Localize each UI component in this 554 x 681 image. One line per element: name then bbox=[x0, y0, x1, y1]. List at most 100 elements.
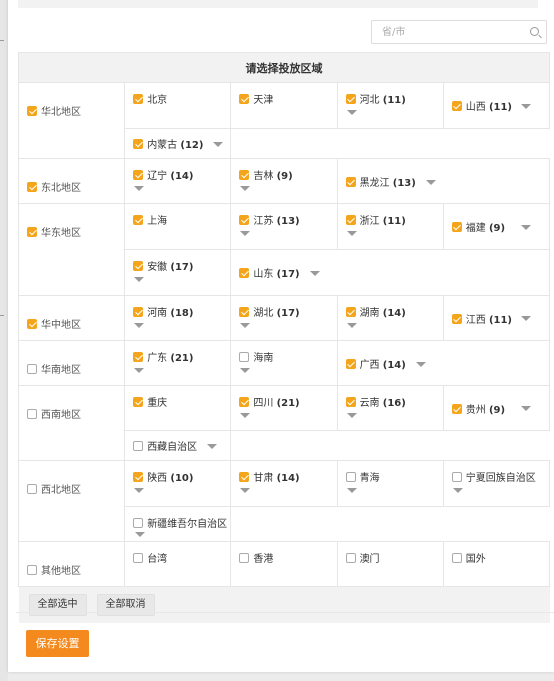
checkbox-icon[interactable] bbox=[345, 397, 356, 407]
region-checkbox-6[interactable]: 西北地区 bbox=[19, 461, 124, 541]
checkbox-icon[interactable] bbox=[27, 364, 37, 374]
province-option[interactable]: 河北 (11) bbox=[338, 83, 443, 128]
chevron-down-icon[interactable] bbox=[240, 186, 251, 191]
province-option[interactable]: 澳门 bbox=[338, 542, 443, 586]
checkbox-icon[interactable] bbox=[133, 307, 144, 317]
province-option[interactable]: 青海 bbox=[338, 461, 443, 506]
checkbox-icon[interactable] bbox=[133, 553, 144, 563]
chevron-down-icon[interactable] bbox=[134, 488, 145, 493]
province-option[interactable]: 黑龙江 (13) bbox=[338, 159, 549, 203]
checkbox-icon[interactable] bbox=[133, 441, 144, 451]
province-option[interactable]: 湖南 (14) bbox=[338, 296, 443, 340]
checkbox-icon[interactable] bbox=[451, 553, 462, 563]
checkbox-icon[interactable] bbox=[345, 215, 356, 225]
province-option[interactable]: 云南 (16) bbox=[338, 386, 443, 430]
checkbox-icon[interactable] bbox=[345, 176, 356, 187]
save-settings-button[interactable]: 保存设置 bbox=[26, 630, 89, 657]
checkbox-icon[interactable] bbox=[451, 222, 462, 232]
chevron-down-icon[interactable] bbox=[346, 110, 357, 115]
chevron-down-icon[interactable] bbox=[134, 368, 145, 373]
province-option[interactable]: 北京 bbox=[125, 83, 230, 128]
checkbox-icon[interactable] bbox=[451, 472, 462, 482]
checkbox-icon[interactable] bbox=[239, 553, 250, 563]
checkbox-icon[interactable] bbox=[27, 106, 37, 116]
region-checkbox-0[interactable]: 华北地区 bbox=[19, 83, 124, 158]
province-option[interactable]: 香港 bbox=[231, 542, 336, 586]
search-icon[interactable] bbox=[530, 27, 539, 36]
region-checkbox-4[interactable]: 华南地区 bbox=[19, 341, 124, 385]
checkbox-icon[interactable] bbox=[239, 215, 250, 225]
checkbox-icon[interactable] bbox=[239, 307, 250, 317]
province-option[interactable]: 福建 (9) bbox=[444, 204, 549, 249]
checkbox-icon[interactable] bbox=[133, 472, 144, 482]
province-option[interactable]: 重庆 bbox=[125, 386, 230, 430]
checkbox-icon[interactable] bbox=[133, 139, 144, 149]
chevron-down-icon[interactable] bbox=[240, 231, 251, 236]
checkbox-icon[interactable] bbox=[239, 268, 250, 278]
checkbox-icon[interactable] bbox=[239, 472, 250, 482]
province-option[interactable]: 吉林 (9) bbox=[231, 159, 336, 203]
province-option[interactable]: 上海 bbox=[125, 204, 230, 249]
province-search-input[interactable] bbox=[372, 21, 527, 43]
chevron-down-icon[interactable] bbox=[135, 532, 146, 537]
checkbox-icon[interactable] bbox=[451, 313, 462, 324]
region-checkbox-7[interactable]: 其他地区 bbox=[19, 542, 124, 586]
checkbox-icon[interactable] bbox=[133, 94, 144, 104]
chevron-down-icon[interactable] bbox=[346, 323, 357, 328]
chevron-down-icon[interactable] bbox=[346, 413, 357, 418]
province-option[interactable]: 湖北 (17) bbox=[231, 296, 336, 340]
province-option[interactable]: 台湾 bbox=[125, 542, 230, 586]
province-option[interactable]: 辽宁 (14) bbox=[125, 159, 230, 203]
region-checkbox-2[interactable]: 华东地区 bbox=[19, 204, 124, 295]
checkbox-icon[interactable] bbox=[27, 319, 37, 329]
checkbox-icon[interactable] bbox=[133, 170, 144, 180]
checkbox-icon[interactable] bbox=[133, 518, 144, 528]
chevron-down-icon[interactable] bbox=[240, 488, 251, 493]
province-option[interactable]: 广东 (21) bbox=[125, 341, 230, 385]
chevron-down-icon[interactable] bbox=[346, 488, 357, 493]
chevron-down-icon[interactable] bbox=[425, 179, 436, 185]
checkbox-icon[interactable] bbox=[345, 553, 356, 563]
province-option[interactable]: 江西 (11) bbox=[444, 296, 549, 340]
checkbox-icon[interactable] bbox=[239, 397, 250, 407]
province-option[interactable]: 甘肃 (14) bbox=[231, 461, 336, 506]
checkbox-icon[interactable] bbox=[345, 94, 356, 104]
chevron-down-icon[interactable] bbox=[521, 316, 531, 321]
chevron-down-icon[interactable] bbox=[309, 271, 320, 276]
checkbox-icon[interactable] bbox=[27, 565, 37, 575]
checkbox-icon[interactable] bbox=[133, 352, 144, 362]
chevron-down-icon[interactable] bbox=[240, 323, 251, 328]
region-checkbox-5[interactable]: 西南地区 bbox=[19, 386, 124, 460]
chevron-down-icon[interactable] bbox=[207, 444, 218, 449]
province-option[interactable]: 山东 (17) bbox=[231, 250, 549, 295]
region-checkbox-3[interactable]: 华中地区 bbox=[19, 296, 124, 340]
region-checkbox-1[interactable]: 东北地区 bbox=[19, 159, 124, 203]
checkbox-icon[interactable] bbox=[27, 409, 37, 419]
province-option[interactable]: 江苏 (13) bbox=[231, 204, 336, 249]
province-option[interactable]: 宁夏回族自治区 bbox=[444, 461, 549, 506]
chevron-down-icon[interactable] bbox=[240, 368, 251, 373]
province-option[interactable]: 国外 bbox=[444, 542, 549, 586]
checkbox-icon[interactable] bbox=[133, 261, 144, 271]
province-option[interactable]: 内蒙古 (12) bbox=[125, 129, 230, 158]
chevron-down-icon[interactable] bbox=[213, 142, 224, 147]
chevron-down-icon[interactable] bbox=[521, 406, 531, 411]
province-option[interactable]: 山西 (11) bbox=[444, 83, 549, 128]
chevron-down-icon[interactable] bbox=[452, 488, 463, 493]
checkbox-icon[interactable] bbox=[451, 101, 462, 111]
chevron-down-icon[interactable] bbox=[134, 277, 145, 282]
province-option[interactable]: 安徽 (17) bbox=[125, 250, 230, 295]
checkbox-icon[interactable] bbox=[133, 397, 144, 407]
checkbox-icon[interactable] bbox=[133, 215, 144, 225]
province-option[interactable]: 浙江 (11) bbox=[338, 204, 443, 249]
checkbox-icon[interactable] bbox=[27, 182, 37, 192]
province-option[interactable]: 广西 (14) bbox=[338, 341, 549, 385]
chevron-down-icon[interactable] bbox=[134, 323, 145, 328]
chevron-down-icon[interactable] bbox=[521, 103, 531, 109]
checkbox-icon[interactable] bbox=[239, 352, 250, 362]
checkbox-icon[interactable] bbox=[239, 94, 250, 104]
province-option[interactable]: 西藏自治区 bbox=[125, 431, 230, 460]
province-option[interactable]: 陕西 (10) bbox=[125, 461, 230, 506]
province-option[interactable]: 海南 bbox=[231, 341, 336, 385]
chevron-down-icon[interactable] bbox=[134, 186, 145, 191]
